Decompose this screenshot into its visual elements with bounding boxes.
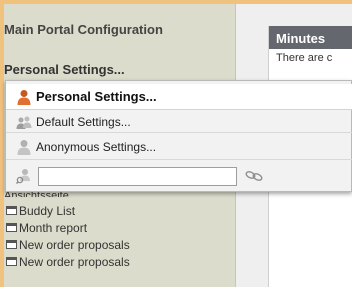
list-item-label: New order proposals (19, 237, 130, 252)
window-icon (6, 257, 17, 266)
menu-item-label: Personal Settings... (36, 89, 157, 104)
menu-item-anonymous-settings[interactable]: Anonymous Settings... (6, 134, 352, 160)
settings-dropdown-menu: Personal Settings... Default Settings...… (5, 80, 352, 192)
list-item[interactable]: Buddy List (6, 202, 130, 219)
window-icon (6, 206, 17, 215)
list-item-label: Month report (19, 220, 88, 235)
minutes-portlet-text: There are c (276, 52, 333, 64)
list-item-label: New order proposals (19, 254, 130, 269)
user-search-icon (16, 169, 30, 184)
window-icon (6, 223, 17, 232)
user-search-input[interactable] (38, 166, 237, 186)
list-item[interactable]: Month report (6, 219, 130, 236)
portal-config-title: Main Portal Configuration (4, 22, 163, 37)
menu-item-label: Anonymous Settings... (36, 139, 157, 154)
list-item[interactable]: New order proposals (6, 253, 130, 270)
user-gray-icon (17, 139, 31, 155)
portlet-list: Buddy List Month report New order propos… (6, 202, 130, 270)
users-gray-icon (16, 116, 32, 129)
list-item-label: Buddy List (19, 203, 76, 218)
minutes-portlet-title: Minutes (269, 26, 352, 49)
list-item[interactable]: New order proposals (6, 236, 130, 253)
menu-item-personal-settings[interactable]: Personal Settings... (6, 84, 352, 110)
chain-link-icon[interactable] (245, 170, 263, 182)
menu-item-default-settings[interactable]: Default Settings... (6, 111, 352, 133)
user-search-row (6, 162, 352, 190)
menu-item-label: Default Settings... (36, 114, 131, 129)
personal-settings-heading[interactable]: Personal Settings... (4, 62, 125, 77)
user-orange-icon (17, 89, 31, 105)
window-icon (6, 240, 17, 249)
